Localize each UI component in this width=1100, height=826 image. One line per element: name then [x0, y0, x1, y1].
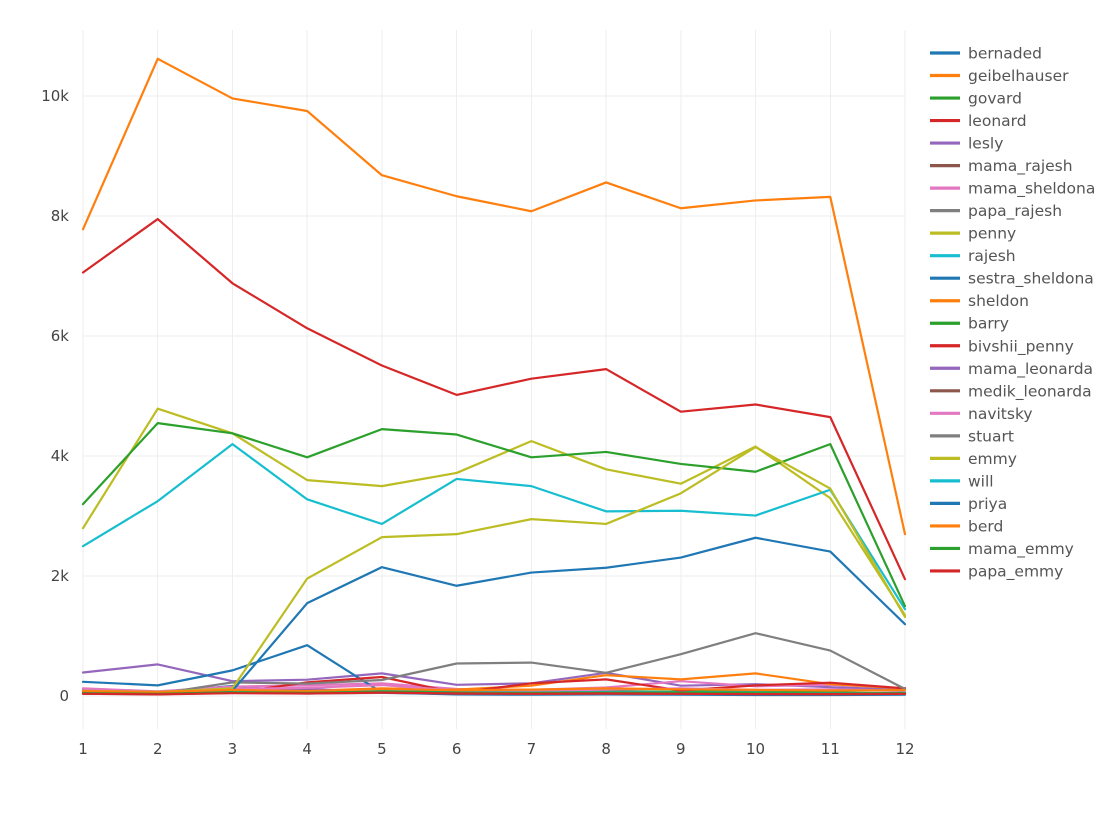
x-tick-label: 1 [78, 740, 88, 758]
legend-item[interactable]: mama_rajesh [922, 156, 1100, 177]
legend-item[interactable]: rajesh [922, 246, 1100, 266]
legend-item[interactable]: will [922, 471, 1100, 491]
legend-label-leonard: leonard [968, 112, 1027, 130]
legend-label-bernaded: bernaded [968, 45, 1042, 63]
x-tick-label: 8 [601, 740, 611, 758]
legend-item[interactable]: priya [922, 493, 1100, 513]
legend-item[interactable]: bivshii_penny [922, 336, 1100, 357]
legend-label-mama_rajesh: mama_rajesh [968, 157, 1073, 176]
legend-item[interactable]: govard [922, 88, 1100, 108]
legend-item[interactable]: sheldon [922, 291, 1100, 311]
legend-label-navitsky: navitsky [968, 405, 1033, 423]
y-tick-label: 0 [59, 687, 69, 705]
legend-label-mama_emmy: mama_emmy [968, 540, 1074, 559]
x-tick-label: 2 [153, 740, 163, 758]
legend-item[interactable]: mama_emmy [922, 538, 1100, 559]
legend-item[interactable]: emmy [922, 448, 1100, 468]
legend-label-sestra_sheldona: sestra_sheldona [968, 270, 1094, 289]
legend-label-papa_emmy: papa_emmy [968, 562, 1063, 581]
legend-item[interactable]: geibelhauser [922, 66, 1100, 86]
y-tick-label: 2k [51, 567, 70, 585]
legend-item[interactable]: leonard [922, 111, 1100, 131]
x-tick-label: 5 [377, 740, 387, 758]
legend-label-medik_leonarda: medik_leonarda [968, 382, 1092, 401]
x-tick-label: 11 [821, 740, 840, 758]
legend-label-lesly: lesly [968, 135, 1003, 153]
y-tick-label: 10k [41, 87, 69, 105]
legend-item[interactable]: stuart [922, 426, 1100, 446]
legend-label-stuart: stuart [968, 427, 1014, 445]
legend-label-geibelhauser: geibelhauser [968, 67, 1069, 85]
legend-item[interactable]: papa_rajesh [922, 201, 1100, 222]
legend-label-bivshii_penny: bivshii_penny [968, 337, 1074, 356]
legend-item[interactable]: medik_leonarda [922, 381, 1100, 402]
legend-label-mama_sheldona: mama_sheldona [968, 180, 1095, 199]
legend-label-berd: berd [968, 517, 1003, 535]
x-tick-label: 12 [895, 740, 914, 758]
legend-label-mama_leonarda: mama_leonarda [968, 360, 1093, 379]
legend-label-will: will [968, 472, 994, 490]
legend-label-govard: govard [968, 90, 1022, 108]
legend-item[interactable]: papa_emmy [922, 561, 1100, 582]
legend-label-sheldon: sheldon [968, 292, 1029, 310]
legend-label-papa_rajesh: papa_rajesh [968, 202, 1062, 221]
line-chart: 0 2k 4k 6k 8k 10k 1 2 3 4 5 6 7 8 9 10 11 12 bernaded gei… [0, 0, 1100, 822]
x-tick-label: 10 [746, 740, 765, 758]
legend-item[interactable]: sestra_sheldona [922, 268, 1100, 289]
legend-label-priya: priya [968, 495, 1007, 513]
y-tick-label: 8k [51, 207, 70, 225]
legend-item[interactable]: bernaded [922, 43, 1100, 63]
x-tick-label: 3 [228, 740, 238, 758]
legend-item[interactable]: barry [922, 313, 1100, 333]
x-tick-label: 6 [452, 740, 462, 758]
legend-item[interactable]: mama_leonarda [922, 358, 1100, 379]
x-tick-label: 7 [527, 740, 537, 758]
legend-item[interactable]: navitsky [922, 403, 1100, 423]
y-tick-label: 4k [51, 447, 70, 465]
legend-label-emmy: emmy [968, 450, 1017, 468]
legend-item[interactable]: berd [922, 516, 1100, 536]
legend-item[interactable]: penny [922, 223, 1100, 243]
legend-label-barry: barry [968, 315, 1009, 333]
y-tick-label: 6k [51, 327, 70, 345]
chart-svg: 02k4k6k8k10k 1 2 3 4 5 6 7 8 9 10 11 12 bernadedgei… [0, 0, 1100, 822]
legend-item[interactable]: mama_sheldona [922, 178, 1100, 199]
legend-label-rajesh: rajesh [968, 247, 1016, 265]
legend-label-penny: penny [968, 225, 1016, 243]
x-tick-label: 4 [302, 740, 312, 758]
x-tick-label: 9 [676, 740, 686, 758]
legend-item[interactable]: lesly [922, 133, 1100, 153]
